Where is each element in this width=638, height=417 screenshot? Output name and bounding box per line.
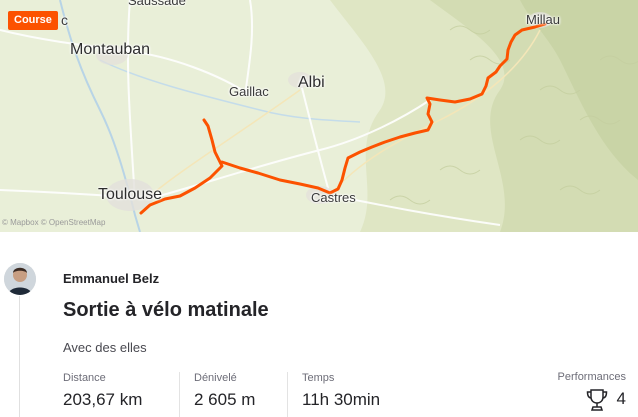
stat-value: 203,67 km: [63, 390, 143, 409]
trophy-icon: [586, 389, 608, 411]
map-place-saussade: Saussade: [128, 0, 186, 8]
stat-distance: Distance 203,67 km: [63, 372, 142, 410]
performances-label: Performances: [557, 371, 626, 383]
stat-divider: [179, 372, 180, 417]
stat-value: 11h 30min: [302, 390, 381, 409]
activity-type-badge: Course: [8, 11, 58, 30]
avatar[interactable]: [4, 263, 36, 295]
performances[interactable]: Performances 4: [558, 371, 626, 413]
stat-elevation: Dénivelé 2 605 m: [194, 372, 255, 410]
feed-timeline-line: [19, 296, 20, 417]
map-place-montauban: Montauban: [70, 41, 151, 58]
performances-count: 4: [616, 389, 626, 408]
activity-card: Emmanuel Belz Sortie à vélo matinale Ave…: [0, 232, 638, 417]
stat-value: 2 605 m: [194, 390, 256, 409]
stat-time: Temps 11h 30min: [302, 372, 380, 410]
map-place-toulouse: Toulouse: [98, 186, 163, 203]
stat-label: Temps: [302, 372, 335, 384]
map-place-caussade: c: [61, 12, 68, 28]
activity-title[interactable]: Sortie à vélo matinale: [63, 299, 269, 322]
stat-label: Distance: [63, 372, 106, 384]
user-avatar-icon: [4, 263, 36, 295]
stat-label: Dénivelé: [194, 372, 237, 384]
map-attribution[interactable]: © Mapbox © OpenStreetMap: [2, 218, 105, 227]
map-place-albi: Albi: [298, 74, 325, 91]
stat-divider: [287, 372, 288, 417]
athlete-name[interactable]: Emmanuel Belz: [63, 271, 159, 286]
map-place-castres: Castres: [311, 190, 356, 205]
route-map[interactable]: Saussade c Montauban Gaillac Albi Toulou…: [0, 0, 638, 232]
activity-description: Avec des elles: [63, 340, 147, 355]
map-place-gaillac: Gaillac: [229, 84, 269, 99]
map-place-millau: Millau: [526, 12, 560, 27]
